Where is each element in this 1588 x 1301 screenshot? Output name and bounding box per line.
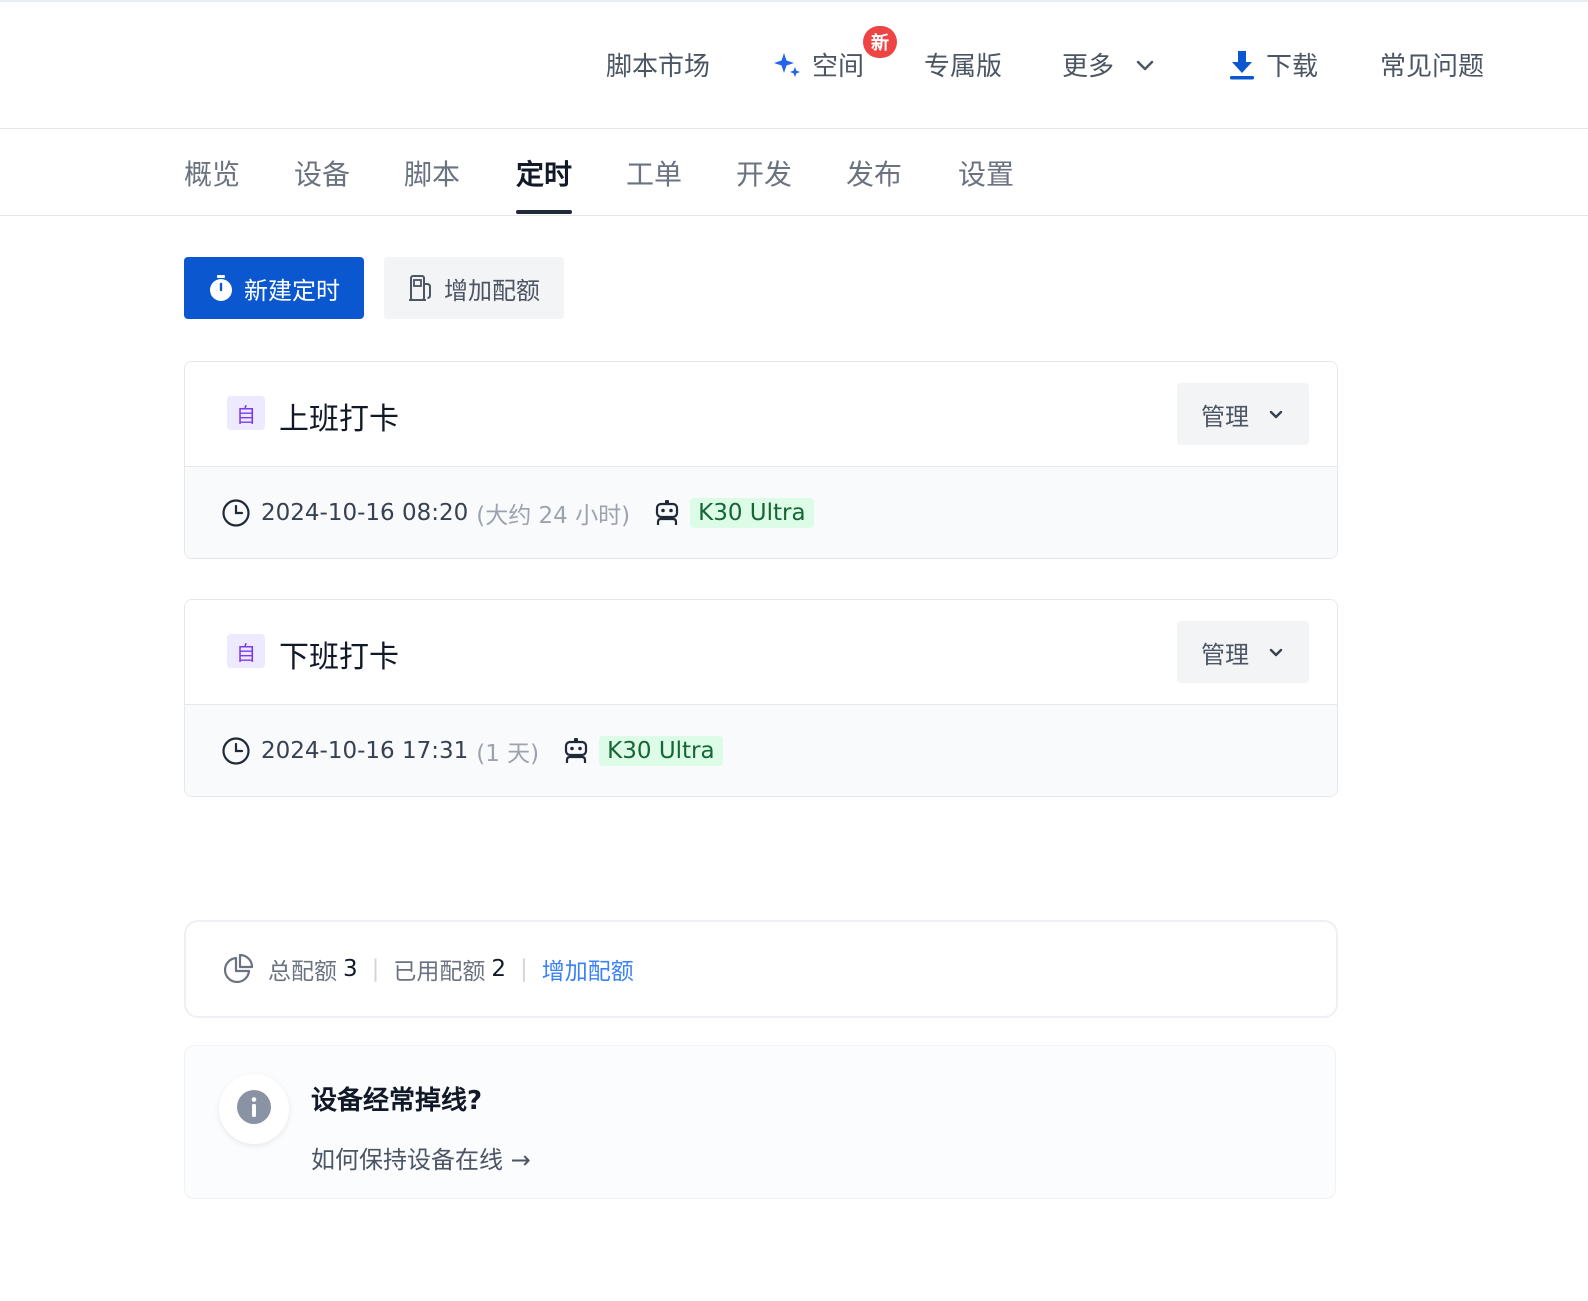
new-schedule-button[interactable]: 新建定时	[184, 257, 364, 319]
stopwatch-icon	[208, 274, 234, 302]
device-tag[interactable]: K30 Ultra	[599, 735, 723, 766]
help-title: 设备经常掉线?	[311, 1086, 483, 1116]
tab-publish[interactable]: 发布	[846, 153, 902, 193]
keep-online-link[interactable]: 如何保持设备在线 →	[311, 1140, 531, 1175]
add-quota-link[interactable]: 增加配额	[542, 952, 634, 986]
add-quota-button[interactable]: 增加配额	[384, 257, 564, 319]
nav-more-dropdown[interactable]: 更多	[1062, 46, 1156, 83]
schedule-card-header: 自 下班打卡 管理	[185, 600, 1337, 705]
sparkle-icon	[774, 51, 802, 79]
chevron-down-icon	[1267, 405, 1285, 423]
schedule-relative-time: (1 天)	[476, 740, 540, 767]
info-icon-container	[219, 1074, 289, 1144]
auto-tag: 自	[227, 396, 265, 430]
total-quota-label: 总配额	[268, 959, 337, 985]
tab-scripts[interactable]: 脚本	[404, 153, 460, 193]
schedule-card-header: 自 上班打卡 管理	[185, 362, 1337, 467]
active-tab-indicator	[516, 210, 572, 214]
nav-faq[interactable]: 常见问题	[1380, 46, 1484, 83]
nav-space[interactable]: 空间	[774, 46, 864, 83]
auto-tag: 自	[227, 634, 265, 668]
robot-icon	[563, 736, 589, 766]
offline-help-card: 设备经常掉线? 如何保持设备在线 →	[184, 1045, 1336, 1199]
schedule-title: 下班打卡	[279, 640, 399, 675]
divider: |	[371, 956, 380, 982]
fuel-pump-icon	[408, 273, 434, 303]
new-badge: 新	[863, 26, 897, 58]
chevron-down-icon	[1134, 54, 1156, 76]
download-icon	[1228, 49, 1256, 81]
used-quota-label: 已用配额	[393, 959, 486, 985]
tab-devices[interactable]: 设备	[294, 153, 350, 193]
quota-summary: 总配额 3 | 已用配额 2 | 增加配额	[184, 920, 1338, 1018]
schedule-card: 自 上班打卡 管理 2024-10-16 08:20 (大约 24 小时) K3…	[184, 361, 1338, 559]
schedule-time: 2024-10-16 08:20	[261, 499, 469, 526]
schedule-time: 2024-10-16 17:31	[261, 737, 469, 764]
manage-dropdown-button[interactable]: 管理	[1177, 383, 1309, 445]
clock-icon	[221, 736, 251, 766]
total-quota-value: 3	[343, 956, 358, 982]
tab-overview[interactable]: 概览	[184, 153, 240, 193]
tab-bar: 概览 设备 脚本 定时 工单 开发 发布 设置	[0, 129, 1588, 216]
schedule-relative-time: (大约 24 小时)	[476, 502, 631, 529]
manage-dropdown-button[interactable]: 管理	[1177, 621, 1309, 683]
schedule-card-body: 2024-10-16 08:20 (大约 24 小时) K30 Ultra	[185, 467, 1337, 558]
tab-develop[interactable]: 开发	[736, 153, 792, 193]
nav-exclusive-edition[interactable]: 专属版	[924, 46, 1002, 83]
tab-settings[interactable]: 设置	[958, 153, 1014, 193]
schedule-title: 上班打卡	[279, 402, 399, 437]
divider: |	[520, 956, 528, 982]
nav-download[interactable]: 下载	[1228, 46, 1318, 83]
chevron-down-icon	[1267, 643, 1285, 661]
schedule-card-body: 2024-10-16 17:31 (1 天) K30 Ultra	[185, 705, 1337, 796]
schedule-card: 自 下班打卡 管理 2024-10-16 17:31 (1 天) K30 Ult…	[184, 599, 1338, 797]
used-quota-value: 2	[491, 956, 507, 982]
robot-icon	[654, 498, 680, 528]
clock-icon	[221, 498, 251, 528]
pie-chart-icon	[222, 953, 254, 985]
tab-tickets[interactable]: 工单	[626, 153, 682, 193]
device-tag[interactable]: K30 Ultra	[690, 497, 814, 528]
info-icon	[236, 1089, 272, 1129]
tab-schedules[interactable]: 定时	[516, 153, 572, 193]
top-navbar: 脚本市场 空间 新 专属版 更多 下载 常见问题	[0, 2, 1588, 129]
nav-script-market[interactable]: 脚本市场	[606, 46, 710, 83]
